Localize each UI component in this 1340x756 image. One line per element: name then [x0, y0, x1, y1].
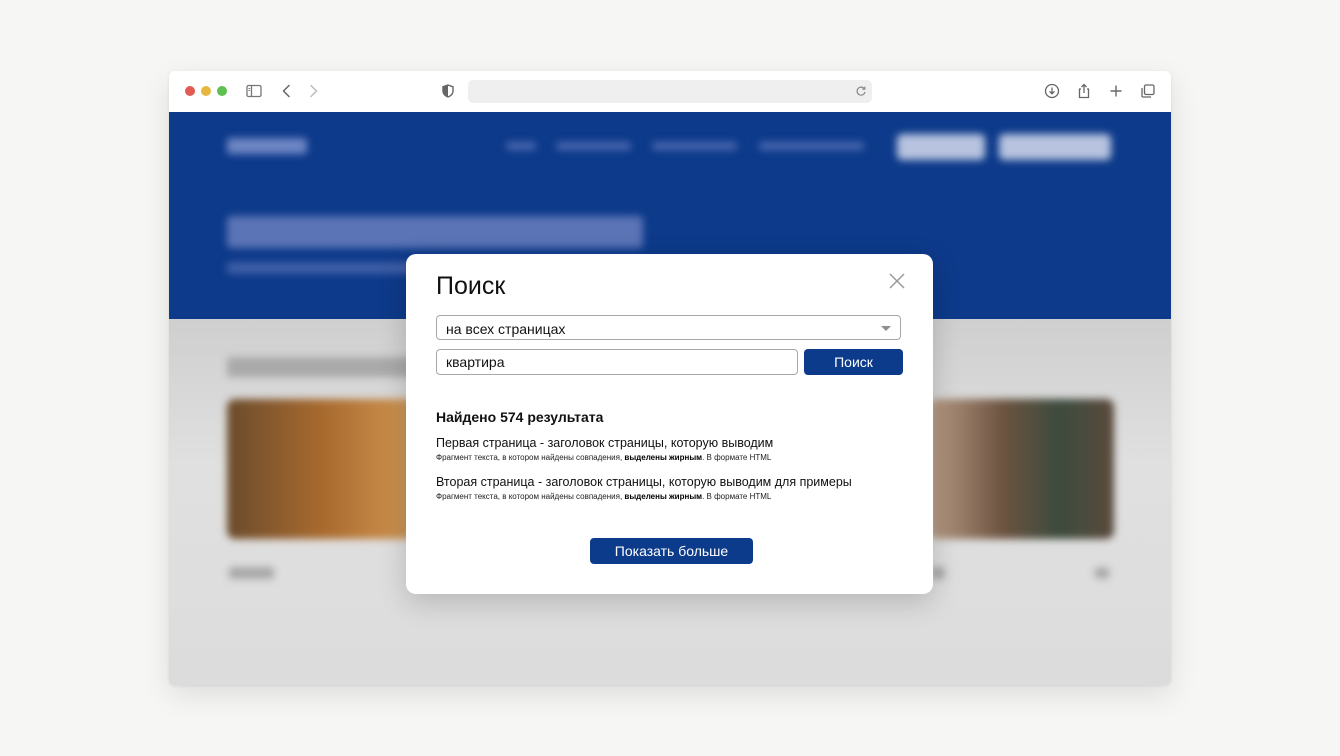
- modal-title: Поиск: [436, 272, 506, 300]
- card-label: [1094, 567, 1110, 579]
- result-snippet: Фрагмент текста, в котором найдены совпа…: [436, 453, 906, 462]
- back-icon[interactable]: [278, 82, 296, 100]
- snippet-highlight: выделены жирным: [624, 453, 703, 462]
- nav-item: [759, 142, 864, 150]
- header-button: [999, 134, 1111, 160]
- snippet-text: Фрагмент текста, в котором найдены совпа…: [436, 492, 625, 501]
- share-icon[interactable]: [1075, 82, 1093, 100]
- search-input[interactable]: [436, 349, 798, 375]
- show-more-button[interactable]: Показать больше: [590, 538, 753, 564]
- reload-icon[interactable]: [854, 84, 868, 98]
- new-tab-icon[interactable]: [1107, 82, 1125, 100]
- result-title[interactable]: Вторая страница - заголовок страницы, ко…: [436, 475, 906, 489]
- result-snippet: Фрагмент текста, в котором найдены совпа…: [436, 492, 906, 501]
- minimize-window-button[interactable]: [201, 86, 211, 96]
- site-logo: [227, 138, 307, 154]
- zoom-window-button[interactable]: [217, 86, 227, 96]
- result-title[interactable]: Первая страница - заголовок страницы, ко…: [436, 436, 906, 450]
- download-icon[interactable]: [1043, 82, 1061, 100]
- search-modal: Поиск на всех страницах Поиск Найдено 57…: [406, 254, 933, 594]
- snippet-highlight: выделены жирным: [624, 492, 703, 501]
- search-button[interactable]: Поиск: [804, 349, 903, 375]
- card-label: [229, 567, 274, 579]
- header-button: [897, 134, 985, 160]
- close-icon[interactable]: [887, 271, 907, 291]
- search-result[interactable]: Вторая страница - заголовок страницы, ко…: [436, 475, 906, 501]
- nav-item: [556, 142, 631, 150]
- snippet-text: . В формате HTML: [702, 492, 772, 501]
- card-label: [931, 567, 945, 579]
- snippet-text: . В формате HTML: [702, 453, 772, 462]
- results-count: Найдено 574 результата: [436, 409, 604, 425]
- search-result[interactable]: Первая страница - заголовок страницы, ко…: [436, 436, 906, 462]
- section-title: [227, 357, 417, 377]
- close-window-button[interactable]: [185, 86, 195, 96]
- forward-icon[interactable]: [304, 82, 322, 100]
- chevron-down-icon: [881, 326, 891, 331]
- shield-icon[interactable]: [439, 82, 457, 100]
- browser-toolbar: [169, 71, 1171, 113]
- snippet-text: Фрагмент текста, в котором найдены совпа…: [436, 453, 625, 462]
- search-scope-value: на всех страницах: [446, 321, 566, 337]
- listing-card-image: [929, 399, 1114, 539]
- tabs-overview-icon[interactable]: [1139, 82, 1157, 100]
- hero-subheading: [227, 262, 427, 274]
- nav-item: [506, 142, 536, 150]
- sidebar-icon[interactable]: [245, 82, 263, 100]
- search-scope-select[interactable]: на всех страницах: [436, 315, 901, 340]
- hero-heading: [227, 216, 643, 248]
- address-bar[interactable]: [468, 80, 872, 103]
- nav-item: [652, 142, 737, 150]
